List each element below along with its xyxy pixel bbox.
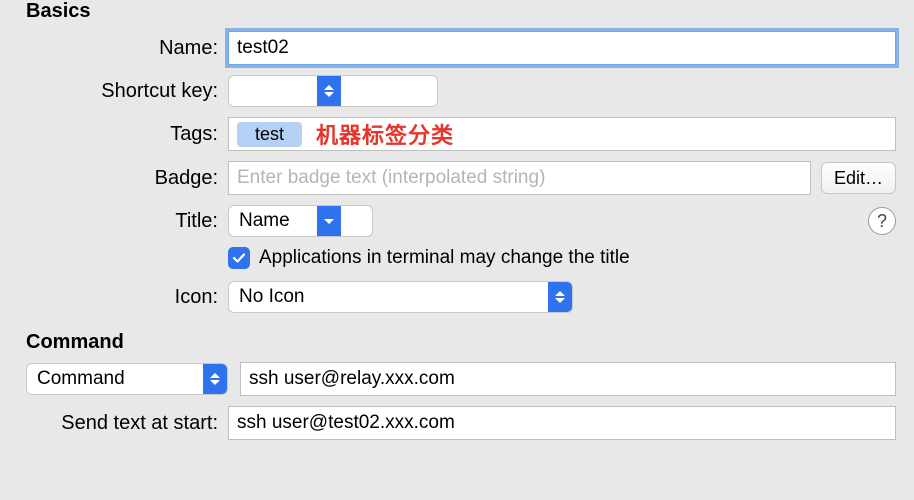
updown-icon <box>548 282 572 312</box>
send-text-label: Send text at start: <box>0 412 228 435</box>
title-value: Name <box>229 206 317 236</box>
updown-icon <box>203 364 227 394</box>
edit-badge-button[interactable]: Edit… <box>821 162 896 194</box>
name-input[interactable] <box>228 31 896 65</box>
command-input[interactable] <box>240 362 896 396</box>
badge-label: Badge: <box>0 167 228 190</box>
icon-value: No Icon <box>229 282 548 312</box>
updown-icon <box>317 76 341 106</box>
command-mode-dropdown[interactable]: Command <box>26 363 228 395</box>
title-change-checkbox-label: Applications in terminal may change the … <box>259 247 630 269</box>
title-change-checkbox[interactable]: Applications in terminal may change the … <box>228 247 914 269</box>
shortcut-key-value <box>229 76 317 106</box>
tags-label: Tags: <box>0 123 228 146</box>
name-label: Name: <box>0 37 228 60</box>
chevron-down-icon <box>317 206 341 236</box>
command-heading: Command <box>26 331 914 354</box>
checkmark-icon <box>228 247 250 269</box>
send-text-input[interactable] <box>228 406 896 440</box>
shortcut-key-label: Shortcut key: <box>0 80 228 103</box>
title-label: Title: <box>0 210 228 233</box>
badge-input[interactable] <box>228 161 811 195</box>
title-dropdown[interactable]: Name <box>228 205 373 237</box>
basics-heading: Basics <box>26 0 914 23</box>
tags-input[interactable]: test 机器标签分类 <box>228 117 896 151</box>
tags-annotation: 机器标签分类 <box>316 118 454 150</box>
help-button[interactable]: ? <box>868 207 896 235</box>
icon-label: Icon: <box>0 286 228 309</box>
icon-dropdown[interactable]: No Icon <box>228 281 573 313</box>
tag-pill[interactable]: test <box>237 122 302 147</box>
shortcut-key-dropdown[interactable] <box>228 75 438 107</box>
command-mode-value: Command <box>27 364 203 394</box>
